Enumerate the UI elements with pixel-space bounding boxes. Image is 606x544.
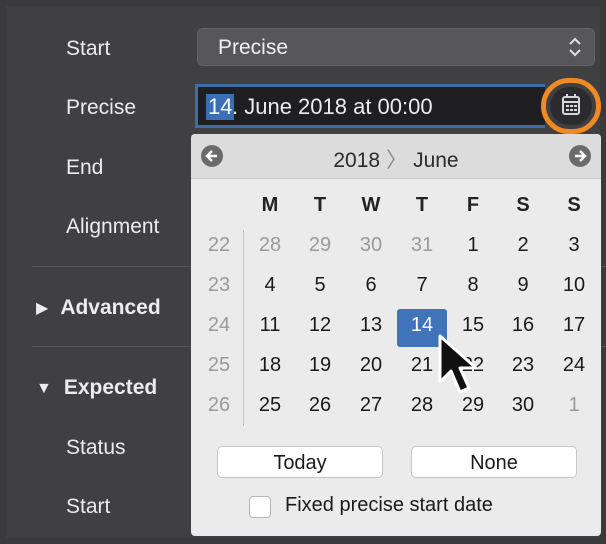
calendar-day[interactable]: 30 [498,394,548,417]
calendar-day[interactable]: 24 [549,354,599,377]
calendar-day[interactable]: 23 [498,354,548,377]
calendar-button-bg [550,87,592,125]
triangle-right-icon: ▶ [36,300,49,317]
weekday-header: W [361,194,381,216]
precise-date-field[interactable]: 14 . June 2018 at 00:00 [195,84,545,128]
calendar-day[interactable]: 13 [346,314,396,337]
calendar-day[interactable]: 30 [346,234,396,257]
calendar-day[interactable]: 16 [498,314,548,337]
fixed-date-checkbox-label[interactable]: Fixed precise start date [285,494,493,517]
year-label[interactable]: 2018 [333,149,380,172]
calendar-header: 2018 〉 June [191,134,601,179]
calendar-day[interactable]: 8 [448,274,498,297]
calendar-day[interactable]: 29 [295,234,345,257]
precise-label: Precise [66,96,137,119]
calendar-day[interactable]: 17 [549,314,599,337]
calendar-day[interactable]: 3 [549,234,599,257]
month-label[interactable]: June [413,149,459,172]
expected-disclosure[interactable]: ▼ Expected [36,376,157,400]
arrow-right-circle-icon[interactable] [569,145,591,167]
chevron-right-icon: 〉 [386,149,408,172]
start-select-value: Precise [218,36,289,59]
calendar-day[interactable]: 28 [245,234,295,257]
calendar-day[interactable]: 7 [397,274,447,297]
calendar-day[interactable]: 11 [245,314,295,337]
calendar-day[interactable]: 26 [295,394,345,417]
calendar-day[interactable]: 9 [498,274,548,297]
calendar-day[interactable]: 20 [346,354,396,377]
calendar-day[interactable]: 1 [549,394,599,417]
calendar-day[interactable]: 12 [295,314,345,337]
up-down-chevron-icon [568,35,582,60]
week-number: 23 [207,274,231,296]
weekday-header: S [567,194,581,216]
calendar-day[interactable]: 10 [549,274,599,297]
date-picker-popover: 2018 〉 June MTWTFSS 22 28 29 30 31 1 2 3 23 4 5 6 7 8 9 1… [191,134,601,536]
calendar-day[interactable]: 5 [295,274,345,297]
week-number: 22 [207,234,231,256]
start-select[interactable]: Precise [197,28,595,66]
weekday-header: M [261,194,279,216]
calendar-day[interactable]: 6 [346,274,396,297]
alignment-label: Alignment [66,215,160,238]
expected-label: Expected [63,376,158,399]
fixed-date-checkbox[interactable] [249,496,271,518]
date-text[interactable]: . June 2018 at 00:00 [232,94,433,120]
calendar-button[interactable] [541,78,601,134]
start-label-2: Start [66,495,111,518]
week-divider [243,230,244,426]
none-button[interactable]: None [411,446,577,478]
today-button[interactable]: Today [217,446,383,478]
status-label: Status [66,436,126,459]
calendar-icon [562,94,580,115]
weekday-header: T [313,194,327,216]
weekday-header: T [415,194,429,216]
calendar-day[interactable]: 18 [245,354,295,377]
triangle-down-icon: ▼ [36,380,52,397]
advanced-label: Advanced [60,296,161,319]
mouse-pointer-icon [438,334,478,394]
calendar-day[interactable]: 31 [397,234,447,257]
calendar-day[interactable]: 4 [245,274,295,297]
day-segment[interactable]: 14 [206,94,235,120]
week-number: 25 [207,354,231,376]
week-number: 26 [207,394,231,416]
weekday-header: F [466,194,480,216]
calendar-day[interactable]: 1 [448,234,498,257]
advanced-disclosure[interactable]: ▶ Advanced [36,296,161,320]
start-label: Start [66,37,111,60]
calendar-day[interactable]: 2 [498,234,548,257]
calendar-day[interactable]: 25 [245,394,295,417]
calendar-day[interactable]: 27 [346,394,396,417]
calendar-day[interactable]: 19 [295,354,345,377]
end-label: End [66,156,104,179]
weekday-header: S [516,194,530,216]
week-number: 24 [207,314,231,336]
breadcrumb: 2018 〉 June [191,144,601,174]
